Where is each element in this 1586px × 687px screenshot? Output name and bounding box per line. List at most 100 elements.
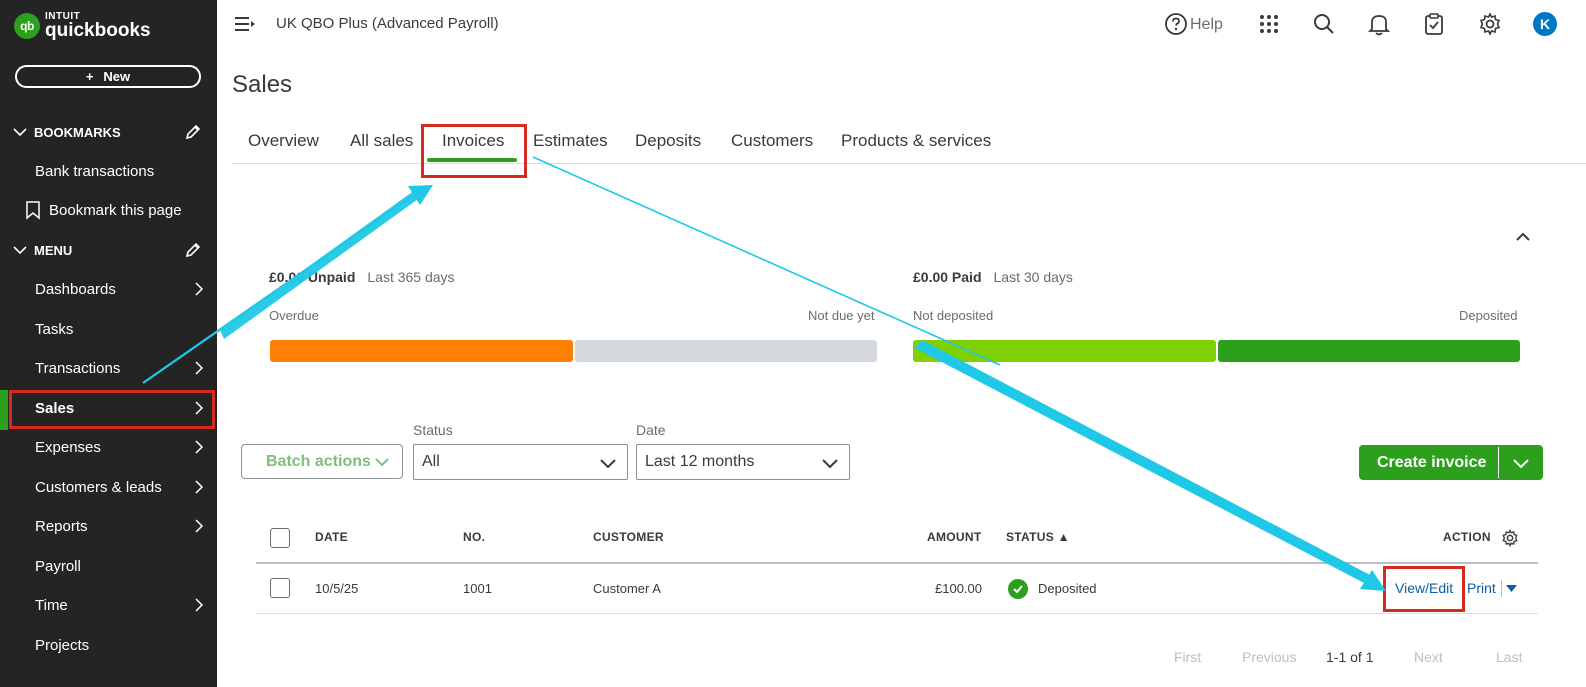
tasks-button[interactable]	[1420, 10, 1448, 38]
sidebar-item-label: Expenses	[35, 438, 101, 456]
bookmark-this-page[interactable]: Bookmark this page	[0, 192, 217, 228]
chevron-right-icon	[195, 598, 204, 612]
tab-estimates[interactable]: Estimates	[533, 131, 608, 151]
pager-last[interactable]: Last	[1496, 649, 1522, 665]
select-all-checkbox[interactable]	[270, 528, 290, 548]
sidebar-item-label: Transactions	[35, 359, 121, 377]
sidebar-item-customers-leads[interactable]: Customers & leads	[0, 469, 217, 505]
col-amount[interactable]: AMOUNT	[927, 530, 981, 544]
pager-first[interactable]: First	[1174, 649, 1201, 665]
col-date[interactable]: DATE	[315, 530, 348, 544]
unpaid-amount: £0.00 Unpaid	[269, 269, 356, 285]
sidebar-item-expenses[interactable]: Expenses	[0, 429, 217, 465]
status-filter-label: Status	[413, 422, 453, 438]
row-checkbox[interactable]	[270, 578, 290, 598]
pager-range: 1-1 of 1	[1326, 649, 1374, 665]
new-button[interactable]: + New	[15, 65, 201, 88]
chevron-down-icon	[375, 458, 389, 467]
sidebar-item-transactions[interactable]: Transactions	[0, 350, 217, 386]
pager-previous[interactable]: Previous	[1242, 649, 1296, 665]
help-icon	[1165, 13, 1187, 35]
settings-button[interactable]	[1476, 10, 1504, 38]
tab-customers[interactable]: Customers	[731, 131, 813, 151]
overdue-label: Overdue	[269, 308, 319, 323]
sidebar-item-label: Time	[35, 596, 68, 614]
row-no: 1001	[463, 581, 492, 596]
table-settings-gear-icon[interactable]	[1501, 529, 1519, 547]
help-button[interactable]	[1162, 10, 1190, 38]
deposited-label: Deposited	[1459, 308, 1518, 323]
paid-summary: £0.00 Paid Last 30 days	[913, 269, 1073, 285]
clipboard-check-icon	[1425, 13, 1443, 35]
date-filter-value: Last 12 months	[645, 453, 755, 470]
col-status[interactable]: STATUS ▲	[1006, 530, 1070, 544]
sidebar-item-payroll[interactable]: Payroll	[0, 548, 217, 584]
user-menu[interactable]: K	[1531, 10, 1559, 38]
chevron-right-icon	[195, 282, 204, 296]
sidebar-item-time[interactable]: Time	[0, 587, 217, 623]
sidebar-item-label: Reports	[35, 517, 88, 535]
col-customer[interactable]: CUSTOMER	[593, 530, 664, 544]
tab-overview[interactable]: Overview	[248, 131, 319, 151]
paid-period: Last 30 days	[993, 269, 1073, 285]
not-deposited-bar[interactable]	[913, 340, 1216, 362]
unpaid-period: Last 365 days	[367, 269, 455, 285]
tab-deposits[interactable]: Deposits	[635, 131, 701, 151]
pencil-icon[interactable]	[184, 241, 202, 259]
quickbooks-logo[interactable]: qb INTUIT quickbooks	[14, 12, 151, 40]
date-filter-label: Date	[636, 422, 666, 438]
batch-actions-button[interactable]: Batch actions	[241, 444, 403, 479]
chevron-down-icon	[13, 128, 27, 137]
chevron-down-icon[interactable]	[1512, 456, 1530, 470]
status-filter-value: All	[422, 453, 440, 470]
bookmark-icon	[26, 201, 40, 220]
pager-next[interactable]: Next	[1414, 649, 1443, 665]
overdue-bar[interactable]	[270, 340, 573, 362]
company-name: UK QBO Plus (Advanced Payroll)	[276, 15, 499, 32]
date-filter-select[interactable]: Last 12 months	[636, 444, 850, 480]
sidebar-item-projects[interactable]: Projects	[0, 627, 217, 663]
row-amount: £100.00	[935, 581, 982, 596]
bookmarks-header[interactable]: BOOKMARKS	[12, 120, 212, 144]
deposited-bar[interactable]	[1218, 340, 1520, 362]
sidebar: qb INTUIT quickbooks + New BOOKMARKS Ban…	[0, 0, 217, 687]
row-date: 10/5/25	[315, 581, 359, 596]
sidebar-item-dashboards[interactable]: Dashboards	[0, 271, 217, 307]
sidebar-item-tasks[interactable]: Tasks	[0, 311, 217, 347]
check-circle-icon	[1008, 579, 1028, 599]
create-invoice-label: Create invoice	[1377, 454, 1487, 471]
sidebar-item-reports[interactable]: Reports	[0, 508, 217, 544]
row-customer: Customer A	[593, 581, 661, 596]
row-status: Deposited	[1038, 581, 1097, 596]
chevron-down-icon	[13, 246, 27, 255]
chevron-up-icon[interactable]	[1513, 228, 1533, 246]
chevron-down-icon	[600, 459, 616, 469]
tab-all-sales[interactable]: All sales	[350, 131, 413, 151]
tab-products-services[interactable]: Products & services	[841, 131, 991, 151]
search-icon	[1314, 14, 1334, 34]
status-filter-select[interactable]: All	[413, 444, 628, 480]
collapse-menu-icon[interactable]	[234, 14, 256, 34]
logo-product: quickbooks	[45, 20, 151, 41]
page-title: Sales	[232, 71, 293, 98]
search-button[interactable]	[1310, 10, 1338, 38]
avatar: K	[1533, 12, 1557, 36]
bookmark-bank-transactions[interactable]: Bank transactions	[0, 153, 217, 189]
apps-button[interactable]	[1255, 10, 1283, 38]
not-deposited-label: Not deposited	[913, 308, 994, 323]
paid-amount: £0.00 Paid	[913, 269, 982, 285]
col-no[interactable]: NO.	[463, 530, 485, 544]
new-button-label: New	[103, 69, 131, 84]
print-link[interactable]: Print	[1467, 580, 1496, 596]
chevron-right-icon	[195, 480, 204, 494]
bookmark-label: Bookmark this page	[49, 201, 182, 219]
create-invoice-button[interactable]: Create invoice	[1359, 445, 1543, 480]
caret-down-icon[interactable]	[1506, 584, 1517, 593]
not-due-bar[interactable]	[575, 340, 877, 362]
help-label[interactable]: Help	[1190, 16, 1223, 34]
highlight-view-edit	[1383, 566, 1465, 612]
pencil-icon[interactable]	[184, 123, 202, 141]
plus-icon: +	[85, 69, 94, 84]
menu-header[interactable]: MENU	[12, 238, 212, 262]
notifications-button[interactable]	[1365, 10, 1393, 38]
